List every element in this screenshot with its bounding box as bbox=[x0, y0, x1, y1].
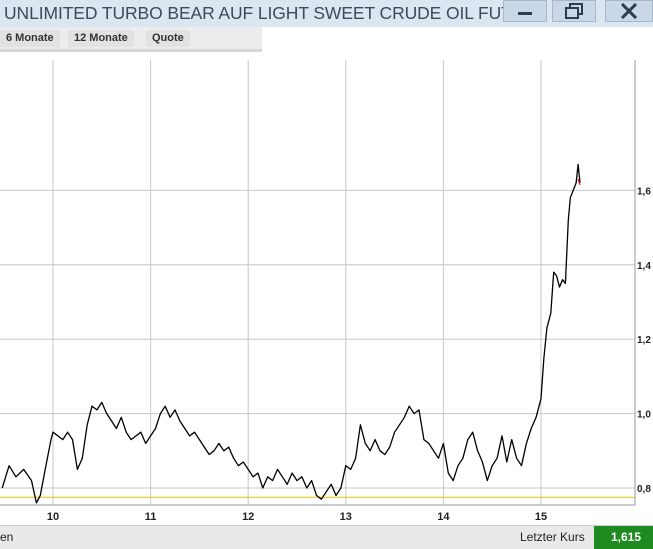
last-price-label: Letzter Kurs bbox=[520, 530, 585, 544]
x-tick-label: 15 bbox=[535, 511, 547, 523]
x-tick-label: 14 bbox=[437, 511, 450, 523]
window-titlebar: UNLIMITED TURBO BEAR AUF LIGHT SWEET CRU… bbox=[0, 0, 653, 27]
status-footer: en Letzter Kurs 1,615 bbox=[0, 525, 653, 549]
price-line bbox=[1, 163, 581, 504]
x-tick-label: 10 bbox=[47, 511, 59, 523]
x-tick-label: 12 bbox=[242, 511, 254, 523]
restore-icon bbox=[565, 3, 583, 19]
footer-left-text: en bbox=[0, 530, 14, 544]
x-tick-label: 13 bbox=[340, 511, 352, 523]
y-tick-label: 0,8 bbox=[637, 484, 651, 495]
close-icon bbox=[620, 3, 638, 19]
x-tick-label: 11 bbox=[145, 511, 157, 523]
close-button[interactable] bbox=[605, 0, 653, 22]
price-chart: 10 11 12 13 14 15 0,8 1,0 1,2 1,4 1,6 bbox=[0, 58, 653, 525]
chart-svg: 10 11 12 13 14 15 0,8 1,0 1,2 1,4 1,6 bbox=[0, 60, 651, 523]
last-price-value: 1,615 bbox=[594, 526, 653, 549]
restore-button[interactable] bbox=[552, 0, 596, 22]
y-tick-label: 1,0 bbox=[637, 410, 651, 421]
y-tick-label: 1,2 bbox=[637, 335, 651, 346]
y-tick-label: 1,4 bbox=[637, 261, 651, 272]
tab-12-monate[interactable]: 12 Monate bbox=[68, 30, 134, 47]
minimize-icon bbox=[518, 12, 532, 15]
minimize-button[interactable] bbox=[503, 0, 547, 22]
y-tick-label: 1,6 bbox=[637, 186, 651, 197]
tab-6-monate[interactable]: 6 Monate bbox=[0, 30, 60, 47]
period-tabs: 6 Monate 12 Monate Quote bbox=[0, 27, 262, 52]
window-title: UNLIMITED TURBO BEAR AUF LIGHT SWEET CRU… bbox=[4, 3, 525, 23]
tab-quote[interactable]: Quote bbox=[146, 30, 190, 47]
